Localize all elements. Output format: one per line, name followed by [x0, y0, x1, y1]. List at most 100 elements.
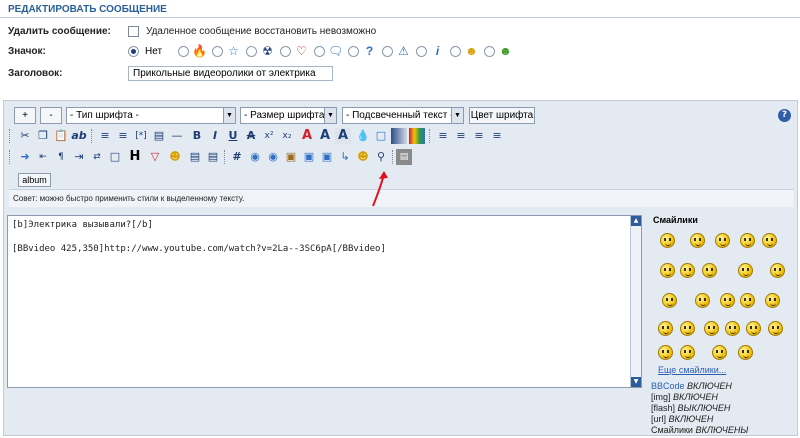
web-icon[interactable]: ◉ — [247, 149, 263, 165]
marquee-icon[interactable]: ⇄ — [89, 149, 105, 165]
align-left-icon[interactable]: ≡ — [435, 128, 451, 144]
rtl-icon[interactable]: ⇤ — [35, 149, 51, 165]
subscript-icon[interactable]: x₂ — [279, 128, 295, 144]
text-effect-icon[interactable]: A — [299, 128, 315, 144]
smiley-icon[interactable] — [770, 263, 785, 278]
text-glow-icon[interactable]: A — [335, 128, 351, 144]
smiley-icon[interactable] — [660, 263, 675, 278]
more-smilies-link[interactable]: Еще смайлики... — [658, 365, 726, 375]
post-options-status: BBCode ВКЛЮЧЕН [img] ВКЛЮЧЕН [flash] ВЫК… — [651, 381, 748, 436]
scroll-up-icon[interactable]: ▲ — [631, 216, 641, 226]
delete-checkbox[interactable] — [128, 26, 139, 37]
warning-icon[interactable]: ▽ — [147, 149, 163, 165]
align-right-icon[interactable]: ≡ — [471, 128, 487, 144]
smiley-icon[interactable] — [662, 293, 677, 308]
icon-radio-star[interactable] — [212, 46, 223, 57]
copy-icon[interactable]: ❐ — [35, 128, 51, 144]
smiley-icon[interactable] — [738, 263, 753, 278]
font-decrease-button[interactable]: - — [40, 107, 62, 124]
font-increase-button[interactable]: + — [14, 107, 36, 124]
smiley-icon[interactable] — [695, 293, 710, 308]
message-scrollbar[interactable]: ▲ ▼ — [630, 216, 641, 387]
icon-radio-flame[interactable] — [178, 46, 189, 57]
smiley-icon[interactable] — [746, 321, 761, 336]
numbered-list-icon[interactable]: ≡ — [115, 128, 131, 144]
flash-icon[interactable]: ▣ — [283, 149, 299, 165]
smiley-icon[interactable] — [768, 321, 783, 336]
insert-icon[interactable]: ➜ — [17, 149, 33, 165]
hash-icon[interactable]: # — [229, 149, 245, 165]
smiley-icon[interactable] — [762, 233, 777, 248]
smiley-icon[interactable] — [658, 345, 673, 360]
smiley-icon[interactable] — [740, 233, 755, 248]
superscript-icon[interactable]: x² — [261, 128, 277, 144]
fill-icon[interactable]: 💧 — [355, 128, 371, 144]
underline-icon[interactable]: U — [225, 128, 241, 144]
bullet-list-icon[interactable]: ≡ — [97, 128, 113, 144]
color-grid-icon[interactable] — [391, 128, 407, 144]
smiley-icon[interactable] — [715, 233, 730, 248]
gallery-icon[interactable]: ▣ — [301, 149, 317, 165]
text-shadow-icon[interactable]: A — [317, 128, 333, 144]
smiley-icon[interactable] — [690, 233, 705, 248]
icon-radio-speech[interactable] — [314, 46, 325, 57]
code-icon[interactable]: [*] — [133, 128, 149, 144]
gradient-icon[interactable]: □ — [373, 128, 389, 144]
smiley-icon[interactable] — [660, 233, 675, 248]
smiley-icon[interactable] — [725, 321, 740, 336]
smiley-icon[interactable] — [680, 263, 695, 278]
strike-icon[interactable]: A — [243, 128, 259, 144]
font-size-select[interactable]: - Размер шрифта - ▼ — [240, 107, 337, 124]
image-icon[interactable]: ◉ — [265, 149, 281, 165]
smiley-icon[interactable] — [738, 345, 753, 360]
smiley-icon[interactable] — [658, 321, 673, 336]
indent-icon[interactable]: ⇥ — [71, 149, 87, 165]
spoiler-icon[interactable]: ▤ — [187, 149, 203, 165]
emoticon-icon[interactable]: ☻ — [167, 149, 183, 165]
message-textarea[interactable]: [b]Электрика вызывали?[/b] [BBvideo 425,… — [7, 215, 642, 388]
link-icon[interactable]: ↳ — [337, 149, 353, 165]
italic-icon[interactable]: I — [207, 128, 223, 144]
smiley-icon[interactable] — [765, 293, 780, 308]
video-icon[interactable]: ▤ — [396, 149, 412, 165]
cut-icon[interactable]: ✂ — [17, 128, 33, 144]
title-input[interactable]: Прикольные видеоролики от электрика — [128, 66, 333, 81]
font-type-select[interactable]: - Тип шрифта - ▼ — [66, 107, 236, 124]
highlight-select[interactable]: - Подсвеченный текст - ▼ — [342, 107, 464, 124]
font-color-button[interactable]: Цвет шрифта — [469, 107, 535, 124]
icon-radio-none[interactable] — [128, 46, 139, 57]
color-grid-icon[interactable] — [409, 128, 425, 144]
box-icon[interactable]: □ — [107, 149, 123, 165]
smiley-icon[interactable] — [680, 345, 695, 360]
smiley-icon[interactable] — [740, 293, 755, 308]
smiley-icon[interactable] — [720, 293, 735, 308]
ltr-icon[interactable]: ¶ — [53, 149, 69, 165]
icon-radio-smile[interactable] — [450, 46, 461, 57]
smiley-icon[interactable] — [712, 345, 727, 360]
scroll-down-icon[interactable]: ▼ — [631, 377, 641, 387]
icon-radio-laugh[interactable] — [484, 46, 495, 57]
smiley-icon[interactable] — [680, 321, 695, 336]
smiley-icon[interactable] — [702, 263, 717, 278]
album-button[interactable]: album — [18, 173, 51, 187]
hr-icon[interactable]: — — [169, 128, 185, 144]
align-justify-icon[interactable]: ≡ — [489, 128, 505, 144]
search-icon[interactable]: ⚲ — [373, 149, 389, 165]
bold-icon[interactable]: B — [189, 128, 205, 144]
icon-radio-radiation[interactable] — [246, 46, 257, 57]
header-icon[interactable]: H — [127, 149, 143, 165]
icon-radio-info[interactable] — [416, 46, 427, 57]
spoiler-icon[interactable]: ▤ — [205, 149, 221, 165]
bbcode-link[interactable]: BBCode — [651, 381, 685, 391]
align-center-icon[interactable]: ≡ — [453, 128, 469, 144]
icon-radio-heart[interactable] — [280, 46, 291, 57]
help-icon[interactable]: ? — [778, 109, 791, 122]
spellcheck-icon[interactable]: ab — [71, 128, 87, 144]
quote-icon[interactable]: ▤ — [151, 128, 167, 144]
link-icon[interactable]: ▣ — [319, 149, 335, 165]
paste-icon[interactable]: 📋 — [53, 128, 69, 144]
icon-radio-question[interactable] — [348, 46, 359, 57]
icon-radio-warning[interactable] — [382, 46, 393, 57]
emoticon-icon[interactable]: ☻ — [355, 149, 371, 165]
smiley-icon[interactable] — [704, 321, 719, 336]
